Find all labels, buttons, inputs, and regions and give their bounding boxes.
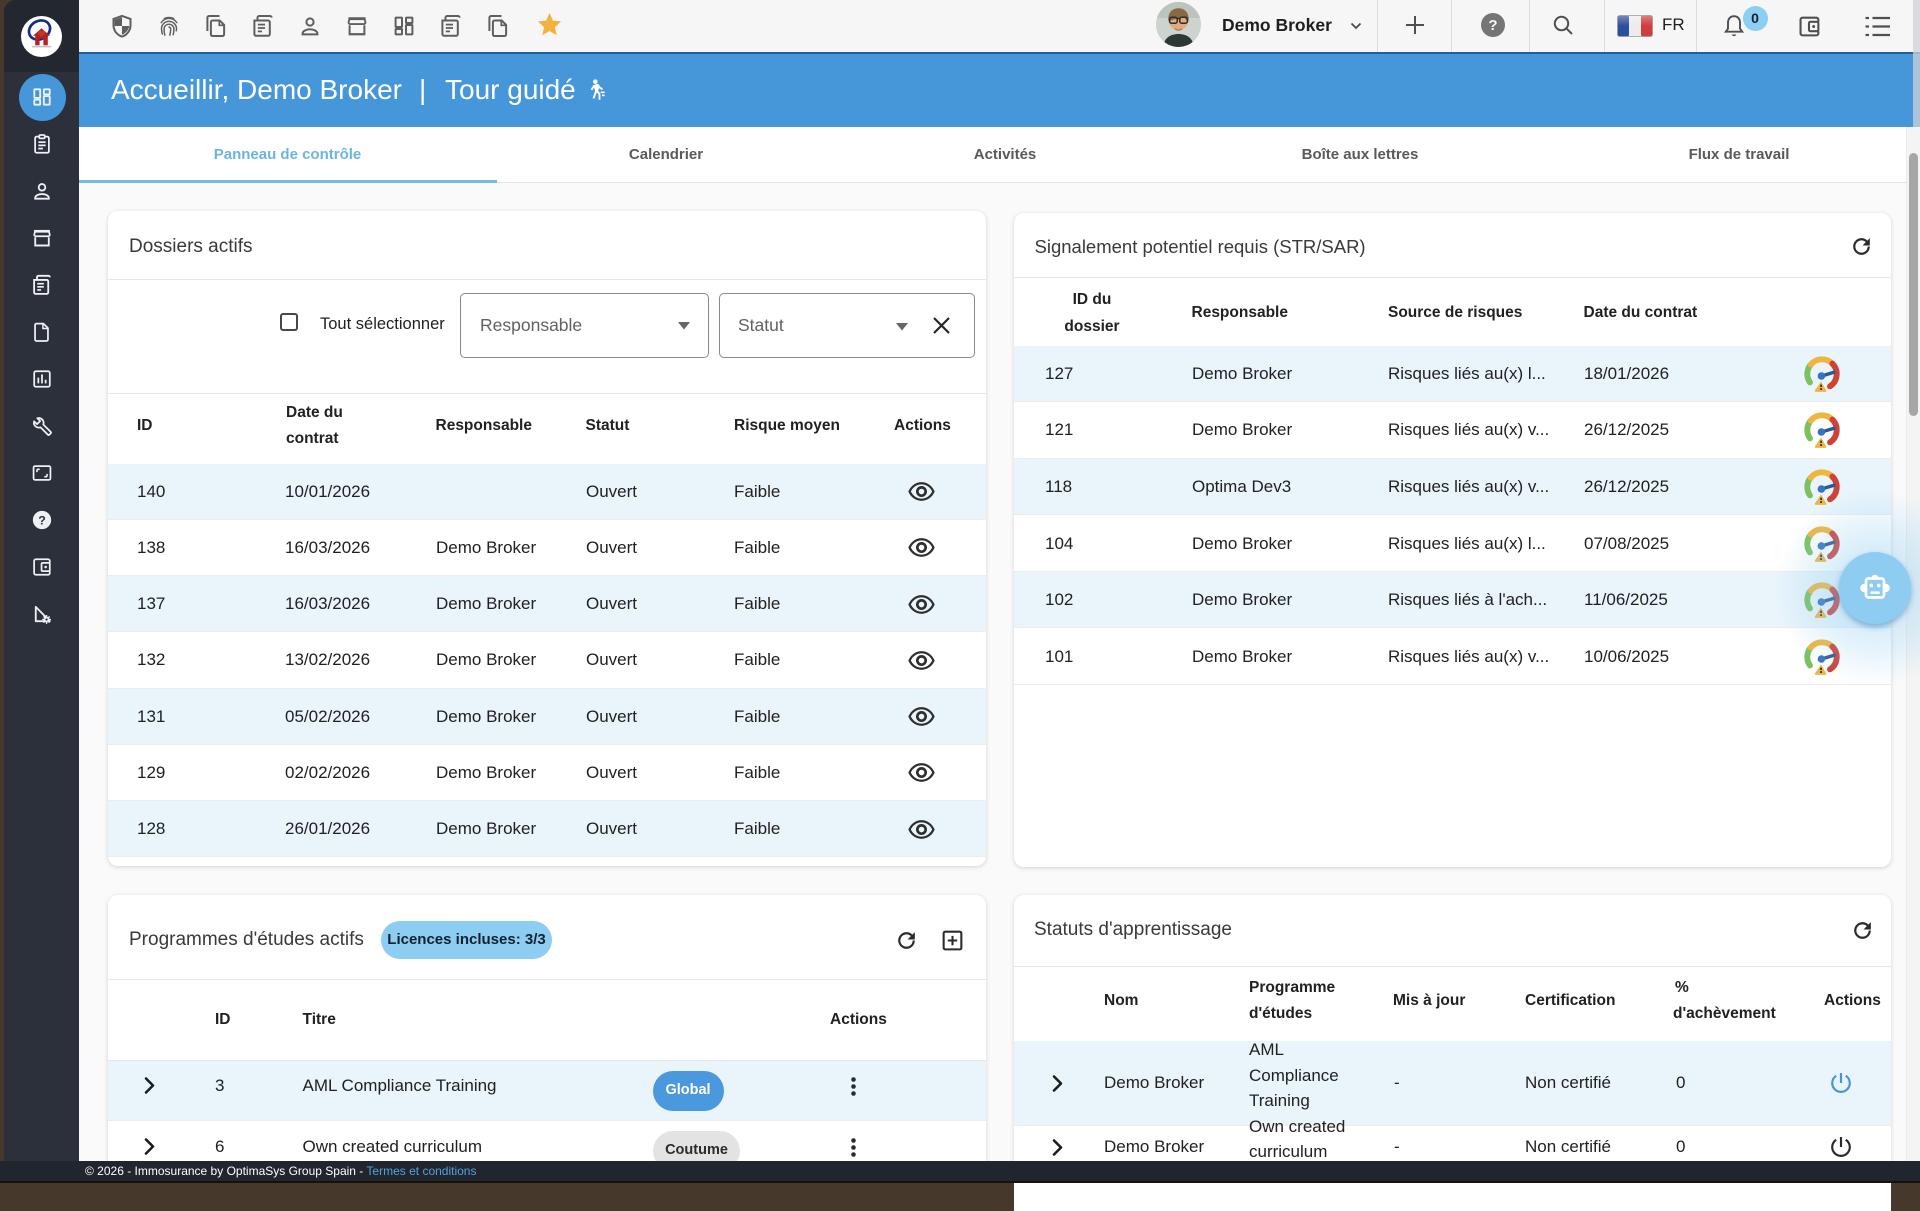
svg-text:?: ? <box>38 513 46 527</box>
svg-text:?: ? <box>1488 17 1497 34</box>
